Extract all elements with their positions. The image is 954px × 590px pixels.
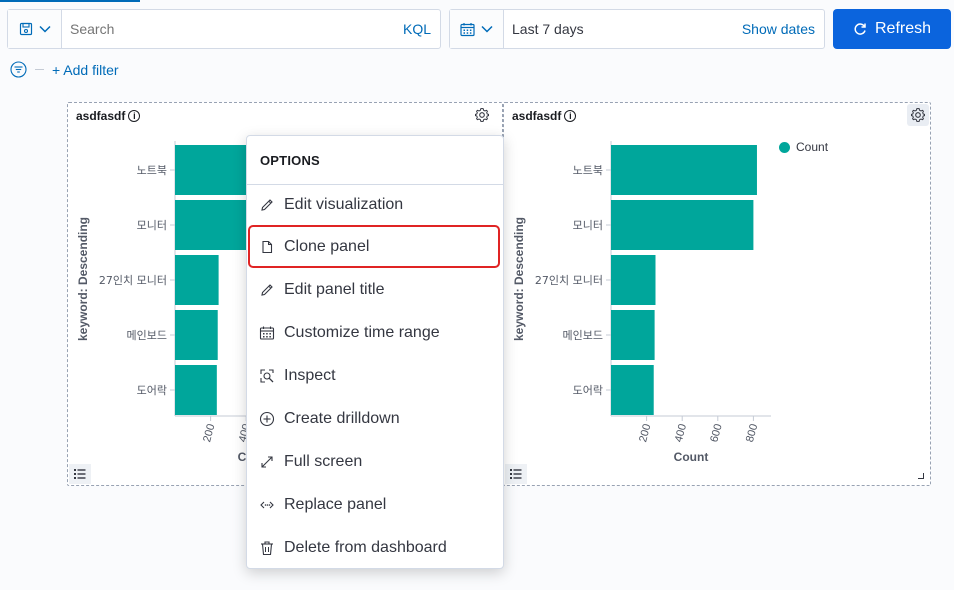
menu-item-label: Clone panel xyxy=(284,238,370,255)
trash-icon xyxy=(259,540,275,556)
legend-item-label[interactable]: Count xyxy=(796,140,828,154)
y-tick-label: 모니터 xyxy=(573,219,603,232)
x-tick-label: 200 xyxy=(637,423,653,444)
panel-options-menu: OPTIONS Edit visualization Clone panel E… xyxy=(246,135,504,569)
y-tick-label: 도어락 xyxy=(137,384,167,397)
list-icon xyxy=(510,469,522,479)
y-tick-label: 27인치 모니터 xyxy=(535,274,603,287)
filter-divider xyxy=(35,69,44,70)
show-dates-link[interactable]: Show dates xyxy=(742,21,824,37)
calendar-icon xyxy=(460,22,475,36)
menu-item-customize-time-range[interactable]: Customize time range xyxy=(259,321,440,345)
x-tick-label: 400 xyxy=(673,423,689,444)
copy-icon xyxy=(259,239,275,255)
bar xyxy=(611,310,655,360)
date-picker: Last 7 days Show dates xyxy=(449,9,825,49)
bar-chart: 노트북모니터 27인치 모니터메인보드도어락 200 400 600 800 Count ke… xyxy=(512,141,771,464)
expand-icon xyxy=(259,454,275,470)
bar xyxy=(611,145,757,195)
x-tick-label: 600 xyxy=(708,423,724,444)
date-range-value[interactable]: Last 7 days xyxy=(504,21,742,37)
y-tick-label: 메인보드 xyxy=(563,329,603,342)
refresh-label: Refresh xyxy=(874,20,932,37)
search-bar: KQL xyxy=(7,9,441,49)
pencil-icon xyxy=(259,197,275,213)
quick-select-button[interactable] xyxy=(450,10,504,48)
save-icon xyxy=(19,22,32,36)
bar xyxy=(175,365,217,415)
menu-item-replace-panel[interactable]: Replace panel xyxy=(259,493,386,517)
menu-item-label: Replace panel xyxy=(284,496,387,513)
chevron-down-icon xyxy=(481,25,493,33)
bar xyxy=(611,200,754,250)
legend-toggle-button[interactable] xyxy=(505,464,527,484)
menu-item-label: Inspect xyxy=(284,367,336,384)
inspect-icon xyxy=(259,368,275,384)
refresh-icon xyxy=(854,23,866,35)
chevron-down-icon xyxy=(38,25,51,33)
y-tick-label: 도어락 xyxy=(573,384,603,397)
add-filter-button[interactable]: + Add filter xyxy=(52,62,119,78)
bar xyxy=(175,310,218,360)
refresh-button[interactable]: Refresh xyxy=(833,9,951,49)
menu-item-label: Delete from dashboard xyxy=(284,539,447,556)
menu-item-label: Full screen xyxy=(284,453,363,470)
y-tick-label: 메인보드 xyxy=(127,329,167,342)
menu-item-full-screen[interactable]: Full screen xyxy=(259,450,362,474)
resize-handle[interactable] xyxy=(918,473,924,479)
menu-title: OPTIONS xyxy=(260,153,320,168)
y-tick-label: 노트북 xyxy=(137,164,167,177)
filter-menu-icon[interactable] xyxy=(10,61,27,78)
bar xyxy=(611,255,656,305)
menu-item-clone-panel[interactable]: Clone panel xyxy=(259,235,369,259)
plus-circle-icon xyxy=(259,411,275,427)
y-tick-label: 모니터 xyxy=(137,219,167,232)
bar xyxy=(611,365,654,415)
active-tab-indicator xyxy=(0,0,140,2)
saved-query-button[interactable] xyxy=(8,10,62,48)
list-icon xyxy=(74,469,86,479)
calendar-icon xyxy=(259,325,275,341)
menu-item-delete-from-dashboard[interactable]: Delete from dashboard xyxy=(259,536,447,560)
x-tick-label: 800 xyxy=(744,423,760,444)
chart-legend: Count xyxy=(779,140,828,154)
y-axis-label: keyword: Descending xyxy=(76,217,90,341)
menu-item-edit-visualization[interactable]: Edit visualization xyxy=(259,193,403,217)
menu-item-label: Edit visualization xyxy=(284,196,404,213)
menu-divider xyxy=(247,184,503,185)
x-tick-label: 200 xyxy=(201,423,217,444)
menu-item-inspect[interactable]: Inspect xyxy=(259,364,336,388)
x-axis-label: Count xyxy=(674,450,709,464)
y-axis-label: keyword: Descending xyxy=(512,217,526,341)
search-input[interactable] xyxy=(62,11,403,47)
menu-item-create-drilldown[interactable]: Create drilldown xyxy=(259,407,400,431)
menu-item-label: Create drilldown xyxy=(284,410,400,427)
filter-bar: + Add filter xyxy=(10,61,119,78)
menu-item-label: Customize time range xyxy=(284,324,440,341)
bar xyxy=(175,255,219,305)
menu-item-label: Edit panel title xyxy=(284,281,385,298)
y-tick-label: 27인치 모니터 xyxy=(99,274,167,287)
visualization-panel: asdfasdf i 노트북 모니터 27인치 모니터 메인보드 도어락 200 400 60… xyxy=(503,102,931,486)
legend-toggle-button[interactable] xyxy=(69,464,91,484)
swap-icon xyxy=(259,497,275,513)
pencil-icon xyxy=(259,282,275,298)
legend-swatch[interactable] xyxy=(779,141,790,153)
menu-item-edit-panel-title[interactable]: Edit panel title xyxy=(259,278,385,302)
y-tick-label: 노트북 xyxy=(573,164,603,177)
query-language-toggle[interactable]: KQL xyxy=(403,21,440,37)
